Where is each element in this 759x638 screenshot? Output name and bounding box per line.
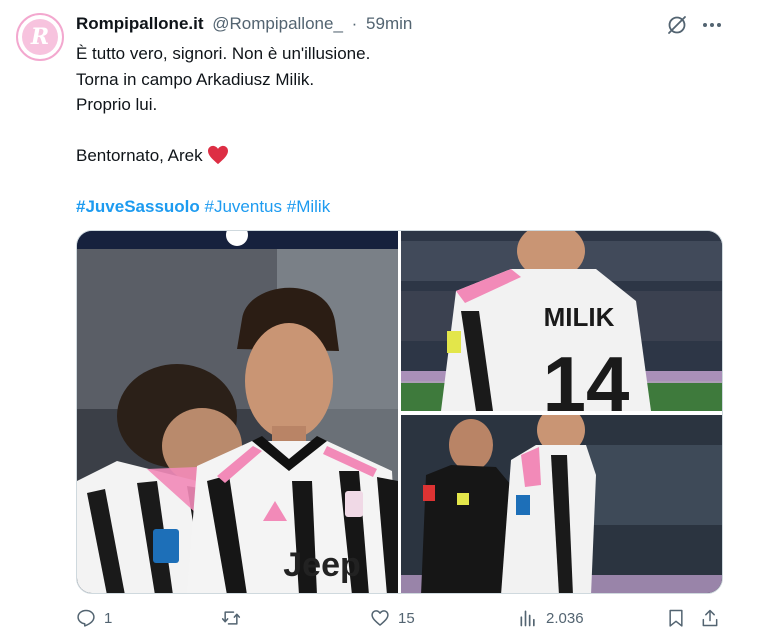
reply-count: 1 xyxy=(104,609,113,627)
like-count: 15 xyxy=(398,609,415,627)
views-count: 2.036 xyxy=(546,609,584,627)
retweet-icon xyxy=(221,611,241,625)
reply-icon xyxy=(77,609,95,627)
bookmark-button[interactable] xyxy=(666,608,686,628)
hashtags-line: #JuveSassuolo #Juventus #Milik xyxy=(76,194,716,220)
media-grid: Jeep MILIK 14 xyxy=(76,230,723,594)
like-icon xyxy=(371,610,389,626)
hashtag-link[interactable]: #Juventus xyxy=(205,197,283,216)
jersey-name-text: MILIK xyxy=(544,302,615,332)
tweet-card[interactable]: R Rompipallone.it @Rompipallone_ · 59min… xyxy=(0,0,759,638)
retweet-button[interactable] xyxy=(221,608,249,628)
hashtag-link[interactable]: #Milik xyxy=(287,197,330,216)
avatar-logo: R xyxy=(22,19,58,55)
tweet-line: Proprio lui. xyxy=(76,95,158,114)
reply-button[interactable]: 1 xyxy=(76,608,112,628)
avatar[interactable]: R xyxy=(16,13,64,61)
heart-emoji xyxy=(207,145,228,165)
author-name[interactable]: Rompipallone.it xyxy=(76,14,204,33)
tweet-header: Rompipallone.it @Rompipallone_ · 59min xyxy=(76,14,412,34)
like-button[interactable]: 15 xyxy=(370,608,415,628)
separator-dot: · xyxy=(351,14,358,33)
share-icon xyxy=(702,609,718,627)
bookmark-icon xyxy=(669,609,683,627)
timestamp[interactable]: 59min xyxy=(366,14,412,33)
author-handle[interactable]: @Rompipallone_ xyxy=(212,14,343,33)
views-button[interactable]: 2.036 xyxy=(518,608,584,628)
hashtag-link[interactable]: #JuveSassuolo xyxy=(76,197,200,216)
action-bar: 1 15 2.036 xyxy=(76,608,724,636)
svg-text:14: 14 xyxy=(543,340,630,411)
tweet-line-with-emoji: Bentornato, Arek xyxy=(76,143,716,169)
grok-icon[interactable] xyxy=(666,14,688,36)
jersey-sponsor-text: Jeep xyxy=(283,546,361,584)
views-icon xyxy=(520,610,535,627)
tweet-line: Torna in campo Arkadiusz Milik. xyxy=(76,69,315,89)
media-photo-2[interactable]: MILIK 14 xyxy=(401,231,722,411)
tweet-text: È tutto vero, signori. Non è un'illusion… xyxy=(76,41,716,220)
share-button[interactable] xyxy=(700,608,720,628)
media-photo-3[interactable] xyxy=(401,415,722,593)
more-icon[interactable] xyxy=(700,14,724,36)
tweet-line: È tutto vero, signori. Non è un'illusion… xyxy=(76,44,371,63)
media-photo-1[interactable]: Jeep xyxy=(77,231,398,593)
tweet-line: Bentornato, Arek xyxy=(76,146,203,165)
